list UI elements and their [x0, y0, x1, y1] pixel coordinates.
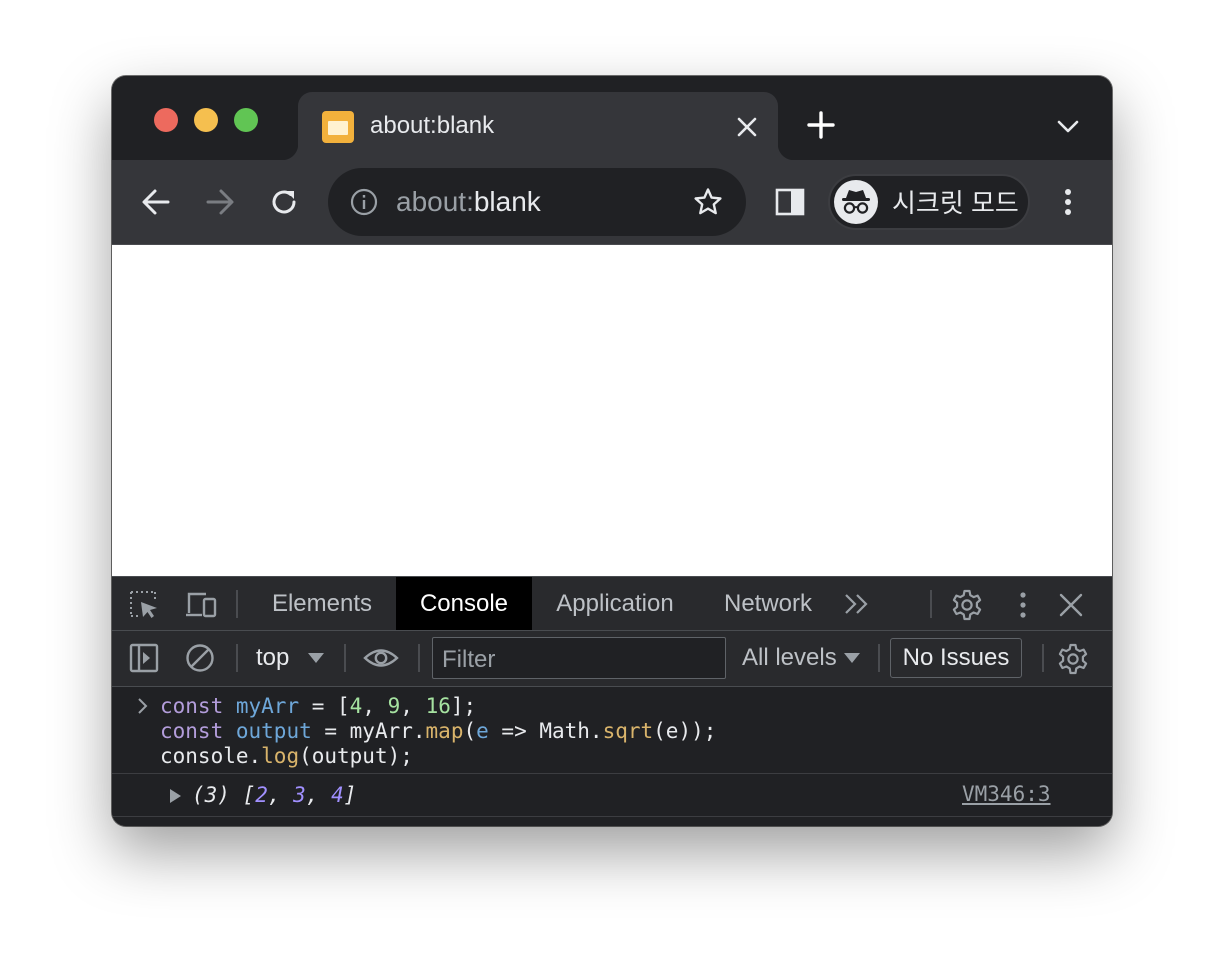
array-value: 2	[255, 783, 268, 807]
incognito-profile-button[interactable]: 시크릿 모드	[828, 174, 1030, 230]
close-devtools-button[interactable]	[1056, 590, 1086, 620]
forward-button[interactable]	[200, 182, 240, 222]
address-bar[interactable]: about:blank	[328, 168, 746, 236]
browser-menu-button[interactable]	[1052, 184, 1084, 220]
toolbar-divider	[930, 590, 932, 618]
incognito-icon	[834, 180, 878, 224]
toolbar-divider	[1042, 644, 1044, 672]
incognito-label: 시크릿 모드	[892, 188, 1019, 218]
console-settings-button[interactable]	[1056, 642, 1090, 676]
array-value: 3	[293, 783, 306, 807]
close-icon	[737, 117, 757, 137]
toolbar-divider	[418, 644, 420, 672]
chevron-down-icon	[1057, 120, 1079, 133]
show-sidebar-button[interactable]	[128, 642, 160, 674]
plus-icon	[807, 111, 835, 139]
reload-button[interactable]	[264, 182, 304, 222]
back-button[interactable]	[136, 182, 176, 222]
tab-application[interactable]: Application	[536, 577, 694, 630]
toolbar-divider	[236, 590, 238, 618]
devtools-menu-button[interactable]	[1010, 590, 1036, 620]
eye-icon	[363, 649, 399, 667]
url-scheme: about:	[396, 186, 474, 217]
more-tabs-button[interactable]	[842, 591, 872, 617]
console-output[interactable]: const myArr = [4, 9, 16]; const output =…	[112, 687, 1112, 826]
context-selector[interactable]: top	[256, 643, 289, 673]
toolbar-divider	[344, 644, 346, 672]
browser-toolbar: about:blank 시크릿 모드	[112, 160, 1112, 244]
console-result-value[interactable]: (3) [2, 3, 4]	[192, 783, 356, 808]
levels-dropdown-icon[interactable]	[844, 653, 860, 663]
tab-title: about:blank	[370, 112, 495, 139]
sidebar-toggle-icon	[129, 643, 159, 673]
more-vertical-icon	[1020, 592, 1026, 618]
close-icon	[1059, 593, 1083, 617]
maximize-window-button[interactable]	[234, 108, 258, 132]
source-location-link[interactable]: VM346:3	[962, 782, 1051, 807]
tab-strip: about:blank	[112, 76, 1112, 160]
browser-tab[interactable]: about:blank	[282, 92, 794, 160]
device-mode-icon	[186, 592, 217, 618]
star-icon	[694, 188, 722, 215]
close-window-button[interactable]	[154, 108, 178, 132]
live-expression-button[interactable]	[362, 642, 400, 674]
close-tab-button[interactable]	[732, 112, 762, 142]
tab-elements[interactable]: Elements	[252, 577, 392, 630]
filter-field[interactable]	[432, 637, 726, 679]
console-result-row: (3) [2, 3, 4] VM346:3	[112, 773, 1112, 817]
console-toolbar: top All levels No Issues	[112, 631, 1112, 687]
url-path: blank	[473, 186, 541, 217]
more-vertical-icon	[1065, 189, 1071, 215]
page-viewport[interactable]	[112, 244, 1112, 576]
gear-icon	[1058, 643, 1088, 675]
tab-console[interactable]: Console	[396, 577, 532, 630]
devtools-tab-bar: Elements Console Application Network	[112, 577, 1112, 631]
filter-input[interactable]	[442, 646, 712, 674]
prompt-chevron-icon	[136, 697, 150, 715]
log-levels-dropdown[interactable]: All levels	[742, 643, 837, 673]
issues-button[interactable]: No Issues	[890, 638, 1022, 678]
expand-triangle-icon[interactable]	[168, 788, 182, 804]
array-value: 4	[331, 783, 344, 807]
reload-icon	[272, 190, 296, 214]
side-panel-button[interactable]	[774, 186, 806, 218]
console-input-code[interactable]: const myArr = [4, 9, 16]; const output =…	[160, 694, 716, 769]
arrow-left-icon	[142, 189, 170, 215]
tab-network[interactable]: Network	[708, 577, 828, 630]
clear-console-button[interactable]	[184, 642, 216, 674]
minimize-window-button[interactable]	[194, 108, 218, 132]
bookmark-star-button[interactable]	[692, 186, 724, 218]
url-text[interactable]: about:blank	[396, 186, 541, 218]
new-tab-button[interactable]	[806, 110, 836, 140]
context-dropdown-icon[interactable]	[308, 653, 324, 663]
page-favicon-icon	[322, 111, 354, 143]
toolbar-divider	[236, 644, 238, 672]
devtools-panel: Elements Console Application Network top…	[112, 576, 1112, 826]
toolbar-divider	[878, 644, 880, 672]
inspect-element-button[interactable]	[128, 589, 160, 621]
info-icon[interactable]	[350, 188, 378, 216]
device-toolbar-button[interactable]	[184, 589, 218, 621]
gear-icon	[952, 589, 982, 621]
arrow-right-icon	[206, 189, 234, 215]
inspect-icon	[130, 591, 157, 618]
block-icon	[186, 644, 214, 672]
side-panel-icon	[775, 188, 805, 216]
double-chevron-right-icon	[845, 594, 868, 614]
tab-search-button[interactable]	[1054, 114, 1082, 138]
browser-window: about:blank about:blank 시크릿 모드 Elements …	[112, 76, 1112, 826]
devtools-settings-button[interactable]	[950, 588, 984, 622]
